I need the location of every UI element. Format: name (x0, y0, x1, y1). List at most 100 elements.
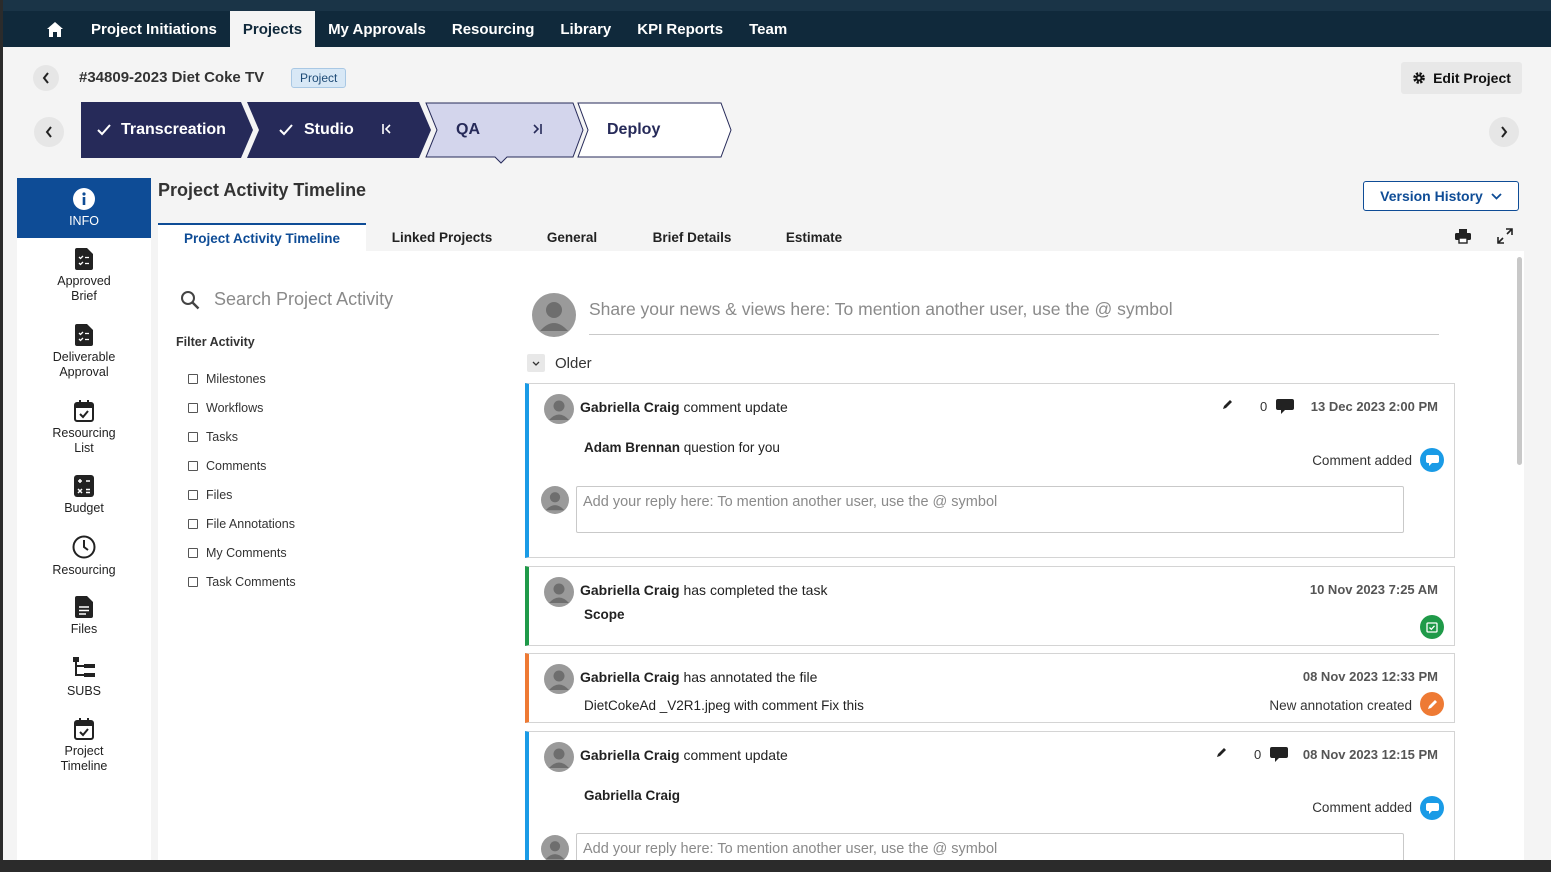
sidebar-item-label: Project Timeline (60, 744, 108, 773)
nav-library[interactable]: Library (547, 11, 624, 47)
sidebar-item-label: Approved Brief (57, 274, 111, 303)
sidebar-item-resourcing-list[interactable]: Resourcing List (17, 400, 151, 456)
reply-placeholder: Add your reply here: To mention another … (583, 841, 998, 857)
stage-qa[interactable]: QA (425, 102, 585, 164)
filter-milestones[interactable]: Milestones (188, 372, 266, 386)
sidebar-item-label: Files (70, 622, 98, 636)
checkbox[interactable] (188, 490, 198, 500)
share-divider (589, 334, 1439, 335)
sidebar-item-label: SUBS (66, 684, 102, 698)
checkbox[interactable] (188, 548, 198, 558)
edit-project-label: Edit Project (1433, 70, 1511, 86)
file-icon (75, 596, 93, 618)
filter-label: Milestones (206, 372, 266, 386)
activity-status: New annotation created (1269, 698, 1412, 713)
stage-label: Studio (304, 121, 354, 138)
nav-projects[interactable]: Projects (229, 11, 316, 47)
checkbox[interactable] (188, 519, 198, 529)
reply-placeholder: Add your reply here: To mention another … (583, 494, 998, 510)
top-nav: Project Initiations Projects My Approval… (3, 11, 1551, 47)
main-content: Project Activity Timeline Version Histor… (158, 178, 1524, 860)
tab-estimate[interactable]: Estimate (758, 223, 870, 251)
edit-project-button[interactable]: Edit Project (1401, 62, 1522, 94)
filter-label: My Comments (206, 546, 287, 560)
print-icon[interactable] (1455, 228, 1471, 244)
back-button[interactable] (33, 65, 59, 91)
older-label: Older (555, 355, 592, 372)
checkbox[interactable] (188, 374, 198, 384)
sidebar-item-info[interactable]: INFO (17, 178, 151, 238)
stage-studio[interactable]: Studio (247, 102, 431, 158)
sidebar-item-budget[interactable]: Budget (17, 475, 151, 516)
nav-team[interactable]: Team (736, 11, 800, 47)
search-input[interactable]: Search Project Activity (214, 289, 393, 310)
filter-workflows[interactable]: Workflows (188, 401, 263, 415)
chevron-left-icon (45, 126, 52, 138)
sidebar-item-project-timeline[interactable]: Project Timeline (17, 718, 151, 774)
sidebar-item-approved-brief[interactable]: Approved Brief (17, 248, 151, 304)
stage-deploy[interactable]: Deploy (577, 102, 733, 158)
project-type-badge: Project (291, 68, 347, 88)
older-toggle[interactable] (527, 354, 545, 372)
filter-comments[interactable]: Comments (188, 459, 266, 473)
stages-prev-button[interactable] (34, 117, 64, 147)
activity-card: Gabriella Craig has completed the task 1… (525, 566, 1455, 646)
nav-project-initiations[interactable]: Project Initiations (78, 11, 230, 47)
filter-label: Files (206, 488, 233, 502)
activity-status: Comment added (1312, 453, 1412, 468)
calculator-icon (74, 475, 94, 497)
pencil-icon[interactable] (1222, 399, 1233, 410)
sidebar-item-label: Budget (64, 501, 104, 515)
filter-files[interactable]: Files (188, 488, 232, 502)
filter-label: Workflows (206, 401, 264, 415)
stage-transcreation[interactable]: Transcreation (81, 102, 253, 158)
pencil-icon[interactable] (1216, 747, 1227, 758)
share-post-input[interactable]: Share your news & views here: To mention… (589, 299, 1173, 320)
checkbox[interactable] (188, 461, 198, 471)
stages-next-button[interactable] (1489, 117, 1519, 147)
comment-icon[interactable] (1276, 399, 1294, 414)
checkbox[interactable] (188, 403, 198, 413)
filter-my-comments[interactable]: My Comments (188, 546, 287, 560)
checkbox[interactable] (188, 432, 198, 442)
mentioned-user: Gabriella Craig (584, 788, 681, 803)
activity-card: Gabriella Craig has annotated the file 0… (525, 653, 1455, 723)
sidebar-item-subs[interactable]: SUBS (17, 656, 151, 699)
panel-scrollbar[interactable] (1517, 257, 1522, 465)
version-history-button[interactable]: Version History (1363, 181, 1519, 211)
tab-project-activity-timeline[interactable]: Project Activity Timeline (158, 223, 366, 251)
comment-icon[interactable] (1270, 747, 1288, 762)
filter-file-annotations[interactable]: File Annotations (188, 517, 295, 531)
nav-kpi-reports[interactable]: KPI Reports (624, 11, 736, 47)
checkbox[interactable] (188, 577, 198, 587)
sidebar-item-resourcing[interactable]: Resourcing (17, 535, 151, 578)
activity-card: Gabriella Craig comment update 0 08 Nov … (525, 731, 1455, 860)
sidebar-item-deliverable-approval[interactable]: Deliverable Approval (17, 324, 151, 380)
avatar (544, 742, 574, 772)
comment-count: 0 (1254, 747, 1262, 762)
home-icon[interactable] (32, 11, 78, 47)
activity-heading: Gabriella Craig comment update (580, 747, 788, 763)
filter-tasks[interactable]: Tasks (188, 430, 238, 444)
chevron-right-icon (1501, 126, 1508, 138)
comment-count: 0 (1260, 399, 1268, 414)
filter-task-comments[interactable]: Task Comments (188, 575, 296, 589)
tab-brief-details[interactable]: Brief Details (626, 223, 758, 251)
calendar-check-icon (74, 400, 94, 422)
activity-card: Gabriella Craig comment update 0 13 Dec … (525, 383, 1455, 558)
filter-title: Filter Activity (176, 335, 255, 349)
nav-resourcing[interactable]: Resourcing (439, 11, 548, 47)
activity-panel: Search Project Activity Filter Activity … (158, 251, 1524, 860)
sidebar-item-files[interactable]: Files (17, 596, 151, 637)
tab-general[interactable]: General (518, 223, 626, 251)
gear-icon (1413, 72, 1425, 84)
avatar (544, 577, 574, 607)
calendar-check-icon (74, 718, 94, 740)
expand-icon[interactable] (1497, 228, 1513, 244)
activity-search[interactable]: Search Project Activity (180, 289, 393, 310)
reply-input[interactable]: Add your reply here: To mention another … (576, 486, 1404, 533)
reply-input[interactable]: Add your reply here: To mention another … (576, 833, 1404, 860)
tab-linked-projects[interactable]: Linked Projects (366, 223, 518, 251)
sidebar-item-label: Resourcing List (52, 426, 116, 455)
nav-my-approvals[interactable]: My Approvals (315, 11, 439, 47)
